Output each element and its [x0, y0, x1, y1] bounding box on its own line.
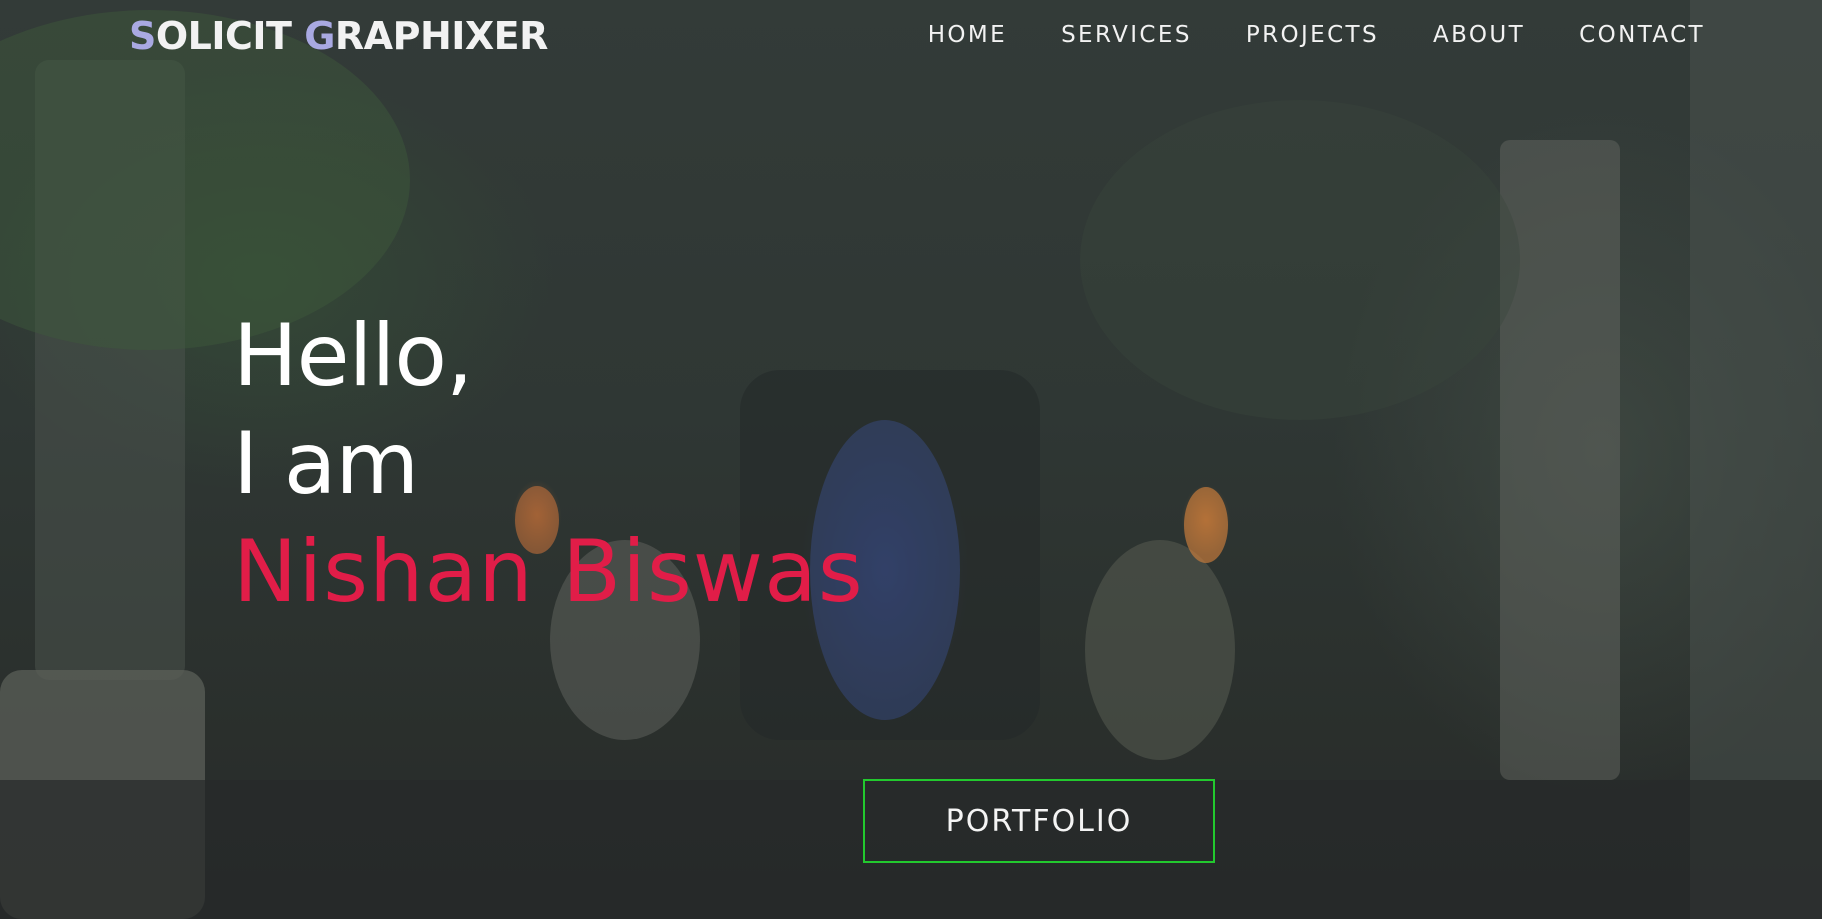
nav-link-about[interactable]: ABOUT [1433, 22, 1525, 48]
nav-link-services[interactable]: SERVICES [1061, 22, 1192, 48]
right-ruin-column [1500, 140, 1620, 780]
logo-word-one: OLICIT [155, 14, 305, 58]
logo-word-two: RAPHIXER [334, 14, 548, 58]
name-text: Nishan Biswas [233, 522, 864, 622]
right-statue [1085, 540, 1235, 760]
nav-menu: HOME SERVICES PROJECTS ABOUT CONTACT [928, 22, 1705, 48]
stone-block [0, 670, 205, 919]
logo-initial-s: S [129, 14, 156, 58]
far-right-column [1690, 0, 1822, 919]
portfolio-button[interactable]: PORTFOLIO [863, 779, 1215, 863]
nav-link-contact[interactable]: CONTACT [1579, 22, 1705, 48]
nav-link-home[interactable]: HOME [928, 22, 1007, 48]
logo-initial-g: G [304, 14, 335, 58]
hero-headline: Hello, I am Nishan Biswas [233, 302, 864, 626]
intro-text: I am [233, 414, 419, 514]
top-navigation: SOLICIT GRAPHIXER HOME SERVICES PROJECTS… [0, 0, 1822, 74]
nav-link-projects[interactable]: PROJECTS [1246, 22, 1379, 48]
right-torch-flame [1184, 487, 1228, 563]
greeting-text: Hello, [233, 306, 473, 406]
site-logo[interactable]: SOLICIT GRAPHIXER [129, 14, 548, 58]
foliage-mid [1080, 100, 1520, 420]
left-ruin-column [35, 60, 185, 680]
hero-section: SOLICIT GRAPHIXER HOME SERVICES PROJECTS… [0, 0, 1822, 919]
